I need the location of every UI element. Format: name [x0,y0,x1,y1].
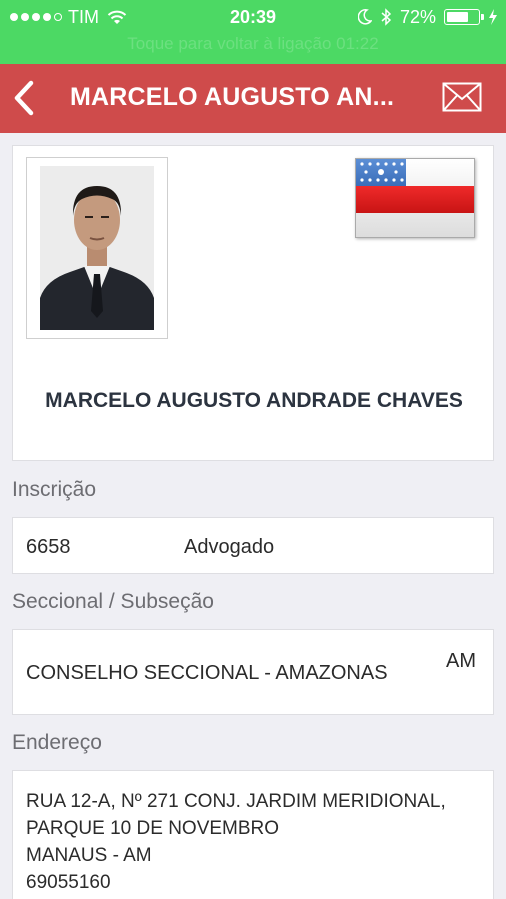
page-title: MARCELO AUGUSTO AN... [70,83,395,111]
address-card: RUA 12-A, Nº 271 CONJ. JARDIM MERIDIONAL… [12,770,494,899]
seccional-state: AM [446,650,476,672]
status-bar: TIM 20:39 72% Toque para voltar à ligaçã… [0,0,506,64]
amazonas-state-flag [355,158,475,238]
address-line-city: MANAUS - AM [26,845,152,866]
bluetooth-icon [381,8,392,26]
address-line-neighborhood: PARQUE 10 DE NOVEMBRO [26,818,280,839]
state-flag-image [356,159,474,237]
section-label-inscricao: Inscrição [12,478,97,501]
envelope-icon[interactable] [442,82,482,112]
section-label-seccional: Seccional / Subseção [12,590,214,613]
address-line-zip: 69055160 [26,872,111,893]
return-to-call-banner[interactable]: Toque para voltar à ligação 01:22 [0,34,506,54]
battery-percent: 72% [399,6,436,27]
profile-card: MARCELO AUGUSTO ANDRADE CHAVES [12,145,494,461]
section-label-endereco: Endereço [12,731,102,754]
inscricao-card: 6658 Advogado [12,517,494,574]
battery-icon [444,9,484,25]
charging-bolt-icon [489,9,497,25]
address-line-street: RUA 12-A, Nº 271 CONJ. JARDIM MERIDIONAL… [26,791,446,812]
seccional-name: CONSELHO SECCIONAL - AMAZONAS [26,662,388,684]
moon-icon [357,9,372,25]
person-portrait-icon [40,166,154,330]
registration-type: Advogado [184,536,275,558]
back-chevron-icon[interactable] [10,80,40,116]
lawyer-full-name: MARCELO AUGUSTO ANDRADE CHAVES [45,389,463,412]
lawyer-photo [40,166,154,330]
battery-level-fill [447,12,468,22]
photo-frame [26,157,168,339]
registration-number: 6658 [26,536,71,558]
navigation-bar: MARCELO AUGUSTO AN... [0,64,506,133]
seccional-card: CONSELHO SECCIONAL - AMAZONAS AM [12,629,494,715]
